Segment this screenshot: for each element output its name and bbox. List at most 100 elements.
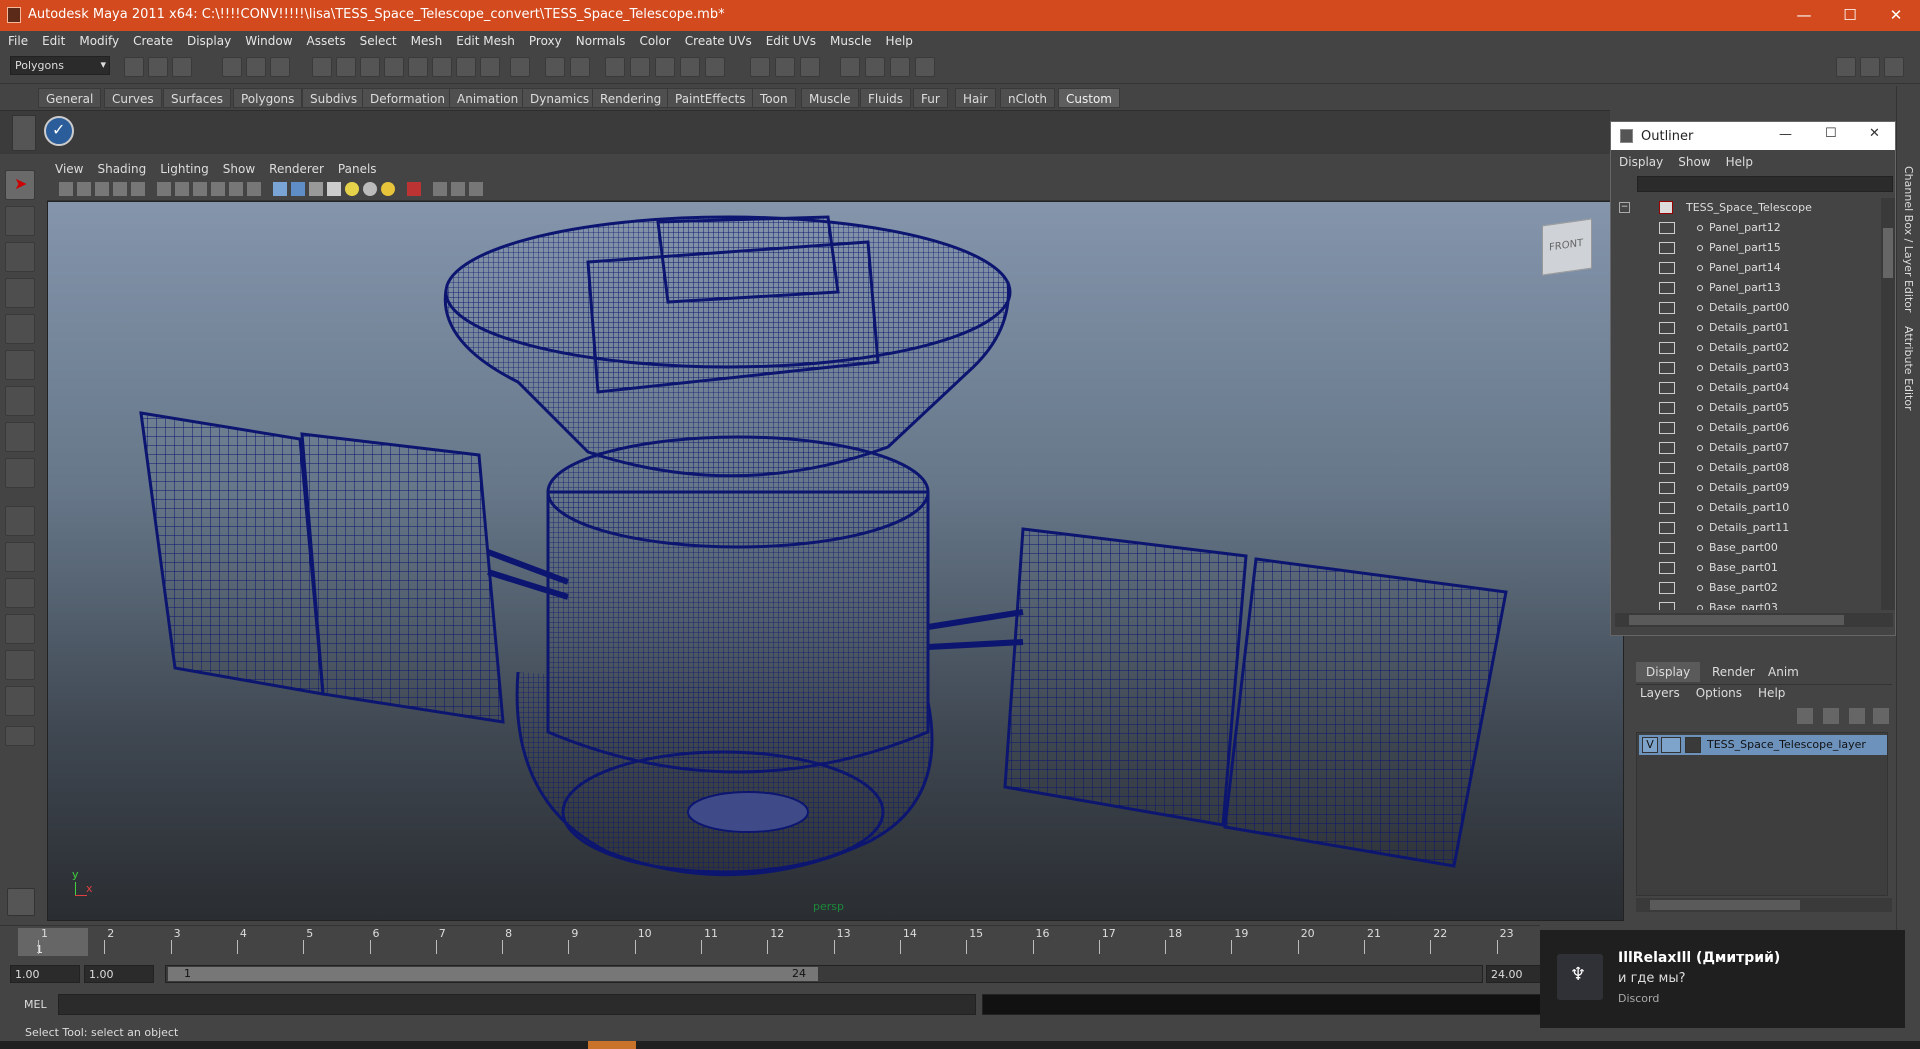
layout-single-icon[interactable] (5, 506, 35, 536)
shelf-tab-rendering[interactable]: Rendering (592, 88, 670, 108)
menu-edit-mesh[interactable]: Edit Mesh (448, 31, 521, 48)
collapse-icon[interactable]: − (1619, 202, 1630, 213)
shelf-tab-painteffects[interactable]: PaintEffects (667, 88, 754, 108)
select-curve-icon[interactable] (360, 57, 380, 77)
menu-create[interactable]: Create (125, 31, 179, 48)
image-plane-icon[interactable] (113, 182, 127, 196)
all-lights-icon[interactable] (363, 182, 377, 196)
list-item[interactable]: Panel_part15 (1611, 238, 1881, 258)
last-tool-icon[interactable] (5, 458, 35, 488)
snap-curve-icon[interactable] (630, 57, 650, 77)
list-item[interactable]: Base_part01 (1611, 558, 1881, 578)
select-handle-icon[interactable] (312, 57, 332, 77)
select-dynamic-icon[interactable] (432, 57, 452, 77)
layout-four-icon[interactable] (5, 542, 35, 572)
list-item[interactable]: Panel_part13 (1611, 278, 1881, 298)
paint-select-tool-icon[interactable] (5, 242, 35, 272)
list-item[interactable]: Details_part01 (1611, 318, 1881, 338)
shelf-tab-custom[interactable]: Custom (1058, 88, 1120, 108)
checkmark-shelf-icon[interactable]: ✓ (44, 116, 74, 146)
list-item[interactable]: Details_part00 (1611, 298, 1881, 318)
shelf-tab-surfaces[interactable]: Surfaces (163, 88, 231, 108)
range-bar[interactable]: 1 24 (168, 967, 818, 981)
grid-toggle-icon[interactable] (157, 182, 171, 196)
shelf-tab-ncloth[interactable]: nCloth (1000, 88, 1055, 108)
shelf-tab-fur[interactable]: Fur (913, 88, 948, 108)
playback-start-field[interactable]: 1.00 (84, 965, 154, 983)
select-deformer-icon[interactable] (408, 57, 428, 77)
command-input[interactable] (58, 994, 976, 1015)
move-tool-icon[interactable] (5, 278, 35, 308)
animation-start-field[interactable]: 1.00 (10, 965, 80, 983)
layer-hscroll-thumb[interactable] (1650, 900, 1800, 910)
lock-selection-icon[interactable] (545, 57, 565, 77)
render-settings-icon[interactable] (915, 57, 935, 77)
layer-color-swatch[interactable] (1685, 737, 1701, 753)
viewport-menu-panels[interactable]: Panels (330, 159, 383, 176)
new-scene-icon[interactable] (124, 57, 144, 77)
highlight-selection-icon[interactable] (570, 57, 590, 77)
layer-tab-anim[interactable]: Anim (1758, 662, 1809, 682)
menu-normals[interactable]: Normals (568, 31, 632, 48)
shelf-tab-curves[interactable]: Curves (104, 88, 162, 108)
new-layer-selected-icon[interactable] (1873, 708, 1889, 724)
list-item[interactable]: Panel_part12 (1611, 218, 1881, 238)
viewport-menu-show[interactable]: Show (215, 159, 261, 176)
menu-proxy[interactable]: Proxy (521, 31, 568, 48)
list-item[interactable]: Details_part04 (1611, 378, 1881, 398)
outliner-vertical-scrollbar[interactable] (1881, 198, 1895, 610)
menu-edit-uvs[interactable]: Edit UVs (758, 31, 822, 48)
list-item[interactable]: Details_part08 (1611, 458, 1881, 478)
menu-select[interactable]: Select (352, 31, 403, 48)
shelf-tab-subdivs[interactable]: Subdivs (302, 88, 366, 108)
shelf-tab-deformation[interactable]: Deformation (362, 88, 453, 108)
list-item[interactable]: Details_part07 (1611, 438, 1881, 458)
layout-graph-icon[interactable] (5, 614, 35, 644)
save-scene-icon[interactable] (172, 57, 192, 77)
isolate-select-icon[interactable] (407, 182, 421, 196)
ipr-render-icon[interactable] (890, 57, 910, 77)
layer-horizontal-scrollbar[interactable] (1636, 898, 1892, 912)
hud-icon[interactable] (469, 182, 483, 196)
bookmark-icon[interactable] (95, 182, 109, 196)
wireframe-on-shaded-icon[interactable] (309, 182, 323, 196)
minimize-button[interactable]: — (1781, 0, 1827, 31)
close-button[interactable]: ✕ (1873, 0, 1919, 31)
input-ops-icon[interactable] (750, 57, 770, 77)
channel-box-toggle-icon[interactable] (1884, 57, 1904, 77)
xray-icon[interactable] (433, 182, 447, 196)
outliner-menu-help[interactable]: Help (1718, 150, 1760, 171)
menu-muscle[interactable]: Muscle (822, 31, 878, 48)
layer-tab-display[interactable]: Display (1636, 662, 1701, 682)
camera-select-icon[interactable] (59, 182, 73, 196)
select-tool-icon[interactable]: ➤ (5, 170, 35, 200)
default-lighting-icon[interactable] (345, 182, 359, 196)
outliner-horizontal-scrollbar[interactable] (1615, 613, 1893, 627)
list-item[interactable]: Base_part00 (1611, 538, 1881, 558)
outliner-menu-display[interactable]: Display (1611, 150, 1670, 171)
soft-mod-tool-icon[interactable] (5, 422, 35, 452)
maximize-button[interactable]: ☐ (1827, 0, 1873, 31)
list-item[interactable]: Details_part02 (1611, 338, 1881, 358)
viewport-menu-lighting[interactable]: Lighting (152, 159, 215, 176)
rotate-tool-icon[interactable] (5, 314, 35, 344)
menu-set-dropdown[interactable]: Polygons ▾ (10, 56, 110, 75)
gate-mask-icon[interactable] (211, 182, 225, 196)
menu-edit[interactable]: Edit (34, 31, 71, 48)
shelf-menu-icon[interactable] (12, 115, 36, 151)
command-language-label[interactable]: MEL (24, 998, 47, 1011)
layer-menu-help[interactable]: Help (1750, 686, 1793, 700)
menu-color[interactable]: Color (631, 31, 676, 48)
camera-attributes-icon[interactable] (77, 182, 91, 196)
select-misc-icon[interactable] (480, 57, 500, 77)
viewport-menu-view[interactable]: View (47, 159, 89, 176)
snap-grid-icon[interactable] (605, 57, 625, 77)
viewport-menu-shading[interactable]: Shading (89, 159, 152, 176)
time-slider[interactable]: 1 1 2 3 4 5 6 7 8 9 10 11 12 13 14 15 16 17 18 19 20 21 22 23 (0, 925, 1540, 957)
wireframe-shading-icon[interactable] (273, 182, 287, 196)
move-layer-up-icon[interactable] (1797, 708, 1813, 724)
lasso-tool-icon[interactable] (5, 206, 35, 236)
range-track[interactable]: 1 24 (165, 965, 1483, 983)
field-chart-icon[interactable] (229, 182, 243, 196)
attribute-editor-tab[interactable]: Attribute Editor (1902, 326, 1915, 411)
